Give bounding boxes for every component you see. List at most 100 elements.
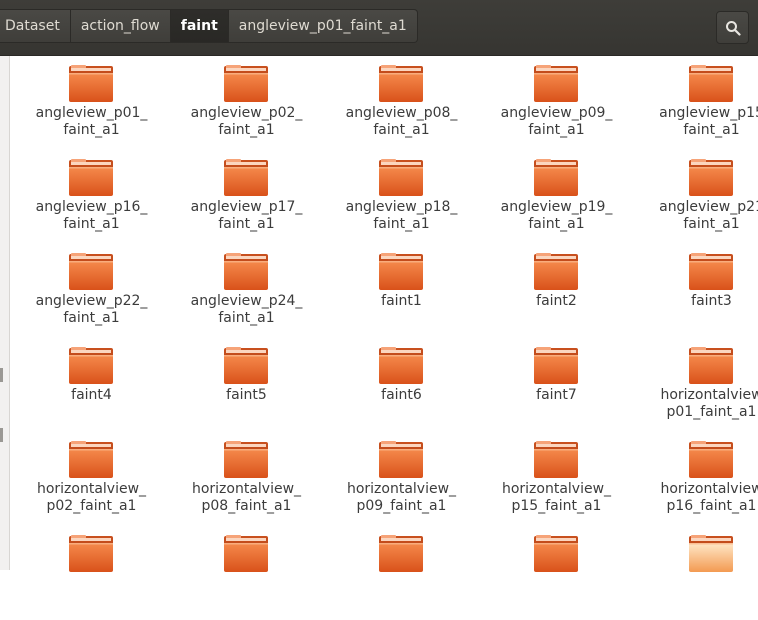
folder-item[interactable] [634, 526, 758, 620]
folder-item[interactable]: faint1 [324, 244, 479, 338]
folder-item[interactable]: faint5 [169, 338, 324, 432]
folder-label-line2: faint_a1 [528, 122, 585, 138]
folder-label-line2: p16_faint_a1 [666, 498, 757, 514]
folder-item[interactable] [324, 526, 479, 620]
folder-label-line2: p02_faint_a1 [46, 498, 137, 514]
folder-item[interactable]: angleview_p01_ faint_a1 [14, 56, 169, 150]
folder-item[interactable]: angleview_p16_ faint_a1 [14, 150, 169, 244]
folder-icon [69, 65, 113, 102]
folder-item[interactable]: horizontalview_ p08_faint_a1 [169, 432, 324, 526]
folder-item[interactable]: faint4 [14, 338, 169, 432]
folder-icon [224, 535, 268, 572]
folder-icon [224, 441, 268, 478]
folder-item[interactable]: angleview_p08_ faint_a1 [324, 56, 479, 150]
folder-item[interactable]: angleview_p19_ faint_a1 [479, 150, 634, 244]
folder-icon [534, 159, 578, 196]
folder-item[interactable]: angleview_p21 faint_a1 [634, 150, 758, 244]
search-button[interactable] [716, 11, 749, 44]
folder-item[interactable]: angleview_p02_ faint_a1 [169, 56, 324, 150]
folder-icon [534, 253, 578, 290]
folder-icon [534, 441, 578, 478]
breadcrumb-angleview-p01-faint-a1[interactable]: angleview_p01_faint_a1 [228, 9, 418, 43]
folder-item[interactable]: horizontalview_ p02_faint_a1 [14, 432, 169, 526]
folder-label-line1: faint7 [536, 387, 577, 403]
folder-icon [69, 535, 113, 572]
folder-label: angleview_p17_ faint_a1 [169, 199, 324, 233]
folder-label-line2: faint_a1 [683, 216, 740, 232]
folder-label-line1: faint3 [691, 293, 732, 309]
sidebar-edge[interactable] [0, 56, 10, 570]
folder-label-line2: faint_a1 [63, 216, 120, 232]
folder-item[interactable]: angleview_p24_ faint_a1 [169, 244, 324, 338]
folder-icon [224, 159, 268, 196]
folder-label-line1: angleview_p02_ [190, 105, 303, 121]
folder-label: angleview_p22_ faint_a1 [14, 293, 169, 327]
folder-item[interactable] [479, 526, 634, 620]
folder-icon [69, 159, 113, 196]
folder-item[interactable]: faint2 [479, 244, 634, 338]
folder-label: angleview_p16_ faint_a1 [14, 199, 169, 233]
folder-label-line2: p08_faint_a1 [201, 498, 292, 514]
folder-icon [379, 253, 423, 290]
folder-item[interactable]: horizontalview_ p09_faint_a1 [324, 432, 479, 526]
folder-label-line1: horizontalview [660, 387, 758, 403]
folder-icon [224, 347, 268, 384]
folder-item[interactable]: angleview_p17_ faint_a1 [169, 150, 324, 244]
sidebar-edge-marker [0, 428, 3, 442]
folder-label-line1: faint4 [71, 387, 112, 403]
folder-item[interactable] [14, 526, 169, 620]
folder-label: horizontalview_ p02_faint_a1 [14, 481, 169, 515]
folder-label-line1: angleview_p16_ [35, 199, 148, 215]
folder-item[interactable]: faint7 [479, 338, 634, 432]
folder-label-line1: angleview_p24_ [190, 293, 303, 309]
folder-item[interactable]: horizontalview_ p15_faint_a1 [479, 432, 634, 526]
folder-icon [379, 441, 423, 478]
folder-item[interactable]: angleview_p15 faint_a1 [634, 56, 758, 150]
folder-icon [379, 65, 423, 102]
breadcrumb-dataset[interactable]: Dataset [0, 9, 71, 43]
folder-label: angleview_p09_ faint_a1 [479, 105, 634, 139]
breadcrumb: Dataset action_flow faint angleview_p01_… [0, 9, 418, 45]
folder-label-line2: faint_a1 [218, 216, 275, 232]
folder-label: angleview_p19_ faint_a1 [479, 199, 634, 233]
folder-label-line1: angleview_p15 [659, 105, 758, 121]
folder-label: angleview_p24_ faint_a1 [169, 293, 324, 327]
folder-icon [379, 347, 423, 384]
folder-label-line1: angleview_p21 [659, 199, 758, 215]
folder-label: angleview_p18_ faint_a1 [324, 199, 479, 233]
folder-item[interactable]: faint3 [634, 244, 758, 338]
folder-label: faint2 [479, 293, 634, 310]
folder-label-line2: p09_faint_a1 [356, 498, 447, 514]
folder-icon [689, 535, 733, 572]
folder-item[interactable]: angleview_p22_ faint_a1 [14, 244, 169, 338]
folder-item[interactable] [169, 526, 324, 620]
folder-label-line2: faint_a1 [63, 122, 120, 138]
breadcrumb-action-flow[interactable]: action_flow [70, 9, 171, 43]
folder-label-line1: angleview_p19_ [500, 199, 613, 215]
folder-label: angleview_p02_ faint_a1 [169, 105, 324, 139]
folder-label: faint7 [479, 387, 634, 404]
folder-label: faint6 [324, 387, 479, 404]
folder-item[interactable]: horizontalview p01_faint_a1 [634, 338, 758, 432]
folder-item[interactable]: angleview_p18_ faint_a1 [324, 150, 479, 244]
folder-label: horizontalview_ p15_faint_a1 [479, 481, 634, 515]
folder-label-line1: faint1 [381, 293, 422, 309]
breadcrumb-faint[interactable]: faint [170, 9, 229, 43]
folder-item[interactable]: horizontalview p16_faint_a1 [634, 432, 758, 526]
folder-label-line2: p01_faint_a1 [666, 404, 757, 420]
folder-icon [69, 347, 113, 384]
file-grid: angleview_p01_ faint_a1 angleview_p02_ fain… [14, 56, 758, 572]
folder-label-line2: faint_a1 [63, 310, 120, 326]
folder-label-line2: faint_a1 [683, 122, 740, 138]
folder-label-line2: faint_a1 [373, 216, 430, 232]
sidebar-edge-marker [0, 368, 3, 382]
folder-icon [224, 65, 268, 102]
folder-item[interactable]: faint6 [324, 338, 479, 432]
folder-icon [689, 65, 733, 102]
folder-item[interactable]: angleview_p09_ faint_a1 [479, 56, 634, 150]
folder-icon [379, 535, 423, 572]
folder-icon [379, 159, 423, 196]
folder-label-line1: angleview_p01_ [35, 105, 148, 121]
folder-label-line1: angleview_p09_ [500, 105, 613, 121]
path-bar-toolbar: Dataset action_flow faint angleview_p01_… [0, 0, 758, 56]
